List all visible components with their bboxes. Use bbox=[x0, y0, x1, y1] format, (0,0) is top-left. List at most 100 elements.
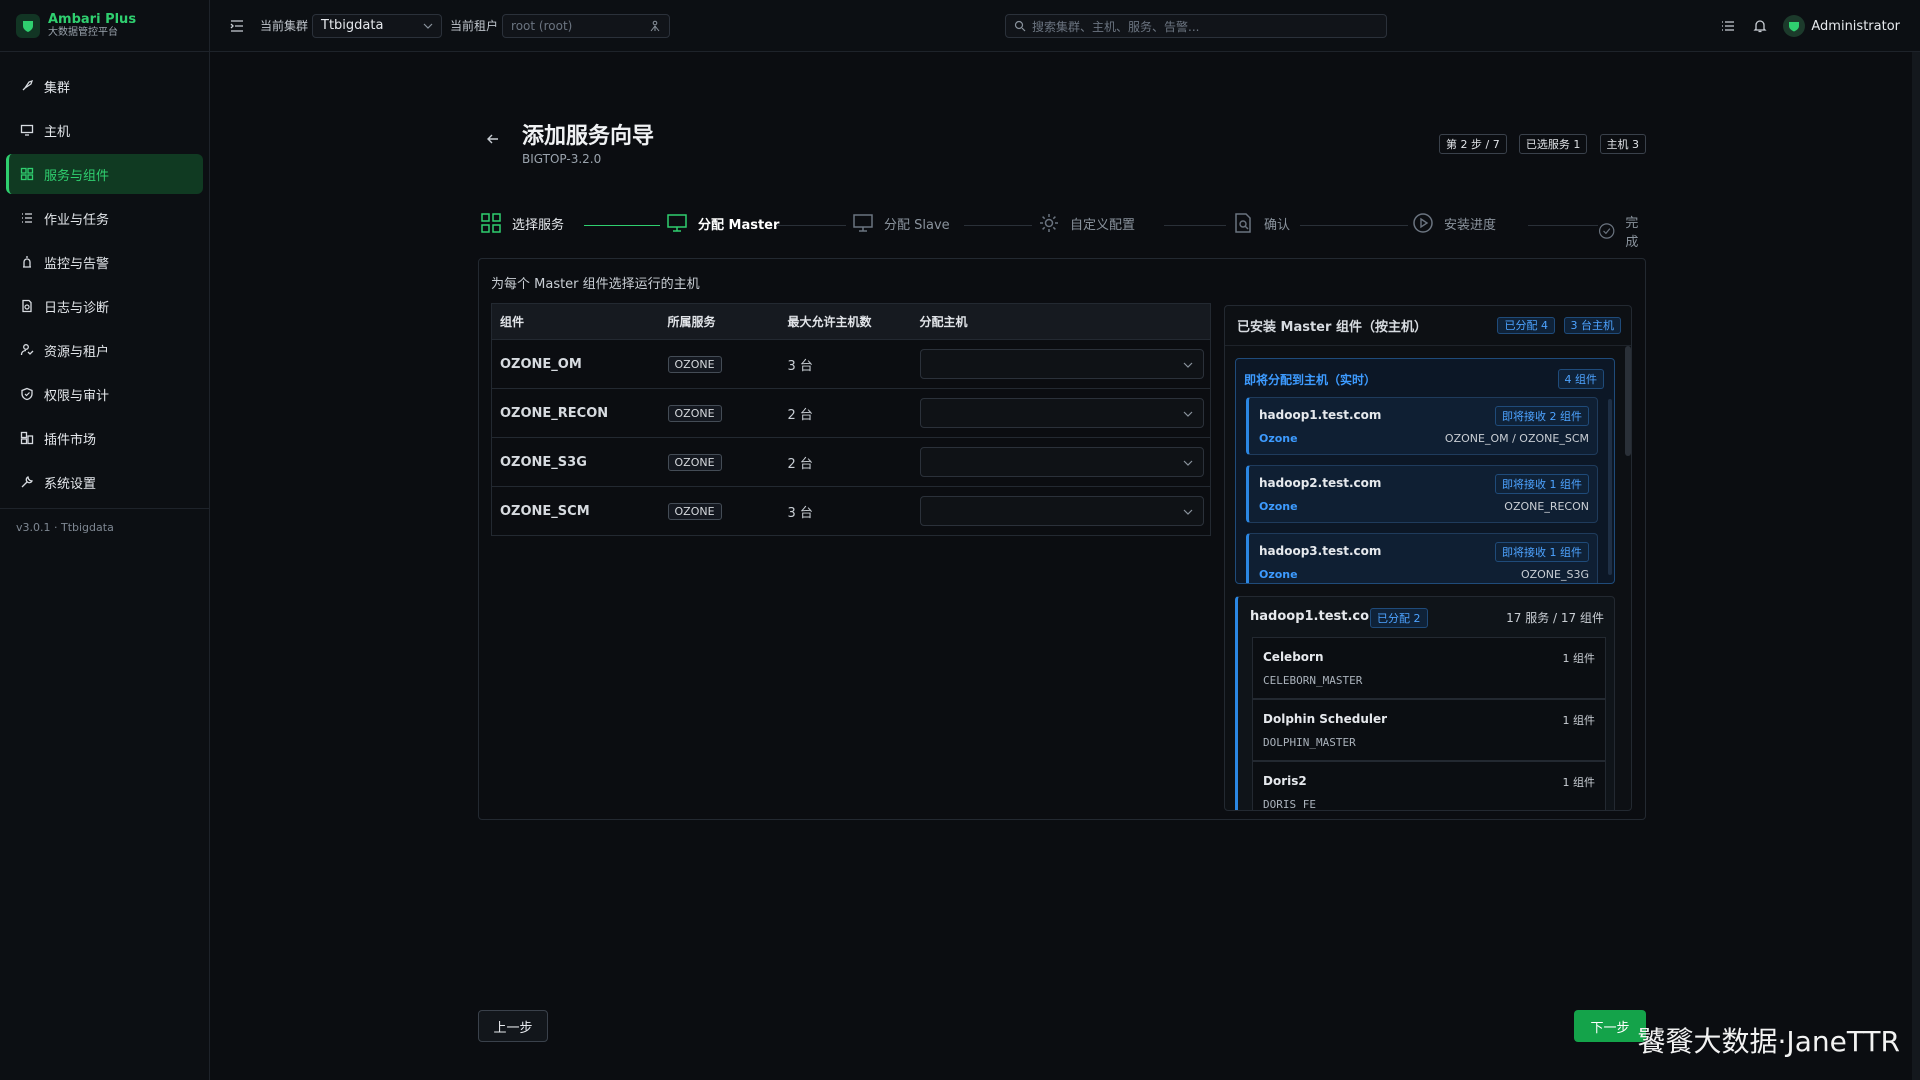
assign-host-select[interactable] bbox=[919, 496, 1204, 526]
installed-host-group: hadoop1.test.com 已分配 2 17 服务 / 17 组件 Cel… bbox=[1235, 596, 1615, 811]
sidebar-item-plugins[interactable]: 插件市场 bbox=[6, 418, 203, 458]
panel-scrollbar[interactable] bbox=[1625, 346, 1631, 456]
sidebar-item-monitoring[interactable]: 监控与告警 bbox=[6, 242, 203, 282]
pending-assignment-box: 即将分配到主机（实时） 4 组件 hadoop1.test.com 即将接收 2… bbox=[1235, 358, 1615, 584]
host-name: hadoop2.test.com bbox=[1259, 476, 1382, 490]
sidebar-item-resources[interactable]: 资源与租户 bbox=[6, 330, 203, 370]
watermark: 饕餮大数据·JaneTTR bbox=[1637, 1025, 1900, 1058]
pending-host-card[interactable]: hadoop1.test.com 即将接收 2 组件 Ozone OZONE_O… bbox=[1246, 397, 1598, 455]
sidebar-item-label: 主机 bbox=[44, 124, 71, 140]
host-count-badge: 3 台主机 bbox=[1563, 317, 1621, 334]
service-name: Ozone bbox=[1259, 568, 1298, 581]
step-label: 分配 Master bbox=[698, 217, 780, 233]
component-name: OZONE_S3G bbox=[491, 437, 660, 487]
step-select-services[interactable]: 选择服务 bbox=[480, 212, 564, 234]
back-arrow-icon[interactable] bbox=[486, 132, 500, 146]
receive-badge: 即将接收 1 组件 bbox=[1495, 542, 1589, 562]
shield-icon bbox=[21, 387, 33, 401]
column-header-assign-host: 分配主机 bbox=[911, 303, 1211, 340]
prev-step-button[interactable]: 上一步 bbox=[478, 1010, 548, 1042]
assign-host-select[interactable] bbox=[919, 447, 1204, 477]
sidebar: Ambari Plus 大数据管控平台 集群 主机 服务与组件 作业与任务 监控… bbox=[0, 0, 210, 1080]
assign-host-select[interactable] bbox=[919, 349, 1204, 379]
pending-host-card[interactable]: hadoop2.test.com 即将接收 1 组件 Ozone OZONE_R… bbox=[1246, 465, 1598, 523]
component-name: OZONE_RECON bbox=[491, 388, 660, 438]
sidebar-item-settings[interactable]: 系统设置 bbox=[6, 462, 203, 502]
bell-icon[interactable] bbox=[1753, 19, 1767, 33]
monitor-icon bbox=[667, 214, 687, 232]
list-item: Dolphin Scheduler 1 组件 DOLPHIN_MASTER bbox=[1252, 699, 1606, 761]
component-list: OZONE_OM / OZONE_SCM bbox=[1444, 432, 1589, 445]
pending-scrollbar[interactable] bbox=[1608, 399, 1612, 575]
next-step-button[interactable]: 下一步 bbox=[1574, 1010, 1646, 1042]
sidebar-item-services[interactable]: 服务与组件 bbox=[6, 154, 203, 194]
search-icon bbox=[1014, 20, 1026, 32]
step-connector bbox=[964, 225, 1032, 226]
gear-icon bbox=[1040, 214, 1058, 232]
step-assign-slave[interactable]: 分配 Slave bbox=[852, 212, 950, 234]
component-name: OZONE_OM bbox=[491, 339, 660, 389]
sidebar-item-hosts[interactable]: 主机 bbox=[6, 110, 203, 150]
table-row: OZONE_SCM OZONE 3 台 bbox=[491, 486, 1211, 536]
step-label: 分配 Slave bbox=[884, 217, 950, 233]
installed-service-name: Doris2 bbox=[1263, 774, 1307, 788]
assign-host-select[interactable] bbox=[919, 398, 1204, 428]
chevron-down-icon bbox=[1183, 411, 1192, 417]
step-connector bbox=[1164, 225, 1226, 226]
sidebar-nav: 集群 主机 服务与组件 作业与任务 监控与告警 日志与诊断 资源与租户 权限与审… bbox=[0, 52, 209, 502]
monitor-icon bbox=[20, 124, 34, 136]
task-list-icon[interactable] bbox=[1721, 19, 1735, 33]
installed-component-count: 1 组件 bbox=[1562, 652, 1596, 665]
table-row: OZONE_OM OZONE 3 台 bbox=[491, 339, 1211, 389]
tenant-label: 当前租户 bbox=[450, 19, 499, 33]
installed-component-name: DORIS_FE bbox=[1263, 798, 1316, 811]
chevron-down-icon bbox=[423, 23, 433, 29]
step-confirm[interactable]: 确认 bbox=[1232, 212, 1290, 234]
sidebar-item-cluster[interactable]: 集群 bbox=[6, 66, 203, 106]
step-customize-config[interactable]: 自定义配置 bbox=[1038, 212, 1135, 234]
instruction-text: 为每个 Master 组件选择运行的主机 bbox=[491, 277, 700, 292]
menu-toggle-icon[interactable] bbox=[230, 19, 244, 33]
sidebar-item-label: 日志与诊断 bbox=[44, 300, 110, 316]
chevron-down-icon bbox=[1183, 362, 1192, 368]
username[interactable]: Administrator bbox=[1811, 19, 1900, 34]
cluster-select[interactable]: Ttbigdata bbox=[312, 13, 443, 38]
step-label: 自定义配置 bbox=[1070, 217, 1136, 233]
sidebar-item-permissions[interactable]: 权限与审计 bbox=[6, 374, 203, 414]
service-tag: OZONE bbox=[667, 453, 722, 471]
plugin-icon bbox=[20, 431, 34, 445]
sidebar-item-label: 系统设置 bbox=[44, 476, 97, 492]
topbar: 当前集群 Ttbigdata 当前租户 root (root) 搜索集群、主机、… bbox=[210, 0, 1920, 52]
sidebar-item-label: 权限与审计 bbox=[44, 388, 110, 404]
sidebar-item-label: 监控与告警 bbox=[44, 256, 110, 272]
receive-badge: 即将接收 2 组件 bbox=[1495, 406, 1589, 426]
global-search-input[interactable]: 搜索集群、主机、服务、告警... bbox=[1005, 14, 1387, 38]
panel-header: 已安装 Master 组件（按主机） 已分配 4 3 台主机 bbox=[1225, 306, 1631, 346]
sidebar-item-logs[interactable]: 日志与诊断 bbox=[6, 286, 203, 326]
page-title: 添加服务向导 bbox=[522, 124, 655, 149]
avatar[interactable] bbox=[1783, 15, 1806, 37]
table-row: OZONE_S3G OZONE 2 台 bbox=[491, 437, 1211, 487]
step-finish[interactable]: 完成 bbox=[1598, 212, 1646, 250]
step-label: 安装进度 bbox=[1444, 217, 1497, 233]
sidebar-item-jobs[interactable]: 作业与任务 bbox=[6, 198, 203, 238]
log-icon bbox=[22, 299, 32, 313]
host-name: hadoop3.test.com bbox=[1259, 544, 1382, 558]
installed-host-name: hadoop1.test.com bbox=[1250, 609, 1383, 624]
list-item: Doris2 1 组件 DORIS_FE bbox=[1252, 761, 1606, 811]
topbar-actions: Administrator bbox=[1721, 0, 1900, 52]
stack-version: BIGTOP-3.2.0 bbox=[522, 152, 602, 166]
check-circle-icon bbox=[1598, 223, 1615, 239]
pending-host-card[interactable]: hadoop3.test.com 即将接收 1 组件 Ozone OZONE_S… bbox=[1246, 533, 1598, 583]
tenant-select[interactable]: root (root) bbox=[502, 13, 671, 38]
service-tag: OZONE bbox=[667, 355, 722, 373]
service-tag: OZONE bbox=[667, 404, 722, 422]
step-label: 完成 bbox=[1625, 216, 1639, 250]
step-connector bbox=[1300, 225, 1408, 226]
installed-service-name: Dolphin Scheduler bbox=[1263, 712, 1388, 726]
step-install-progress[interactable]: 安装进度 bbox=[1412, 212, 1496, 234]
brand[interactable]: Ambari Plus 大数据管控平台 bbox=[0, 0, 209, 52]
cluster-label: 当前集群 bbox=[260, 19, 309, 33]
step-connector bbox=[776, 225, 846, 226]
step-assign-master[interactable]: 分配 Master bbox=[666, 212, 779, 234]
